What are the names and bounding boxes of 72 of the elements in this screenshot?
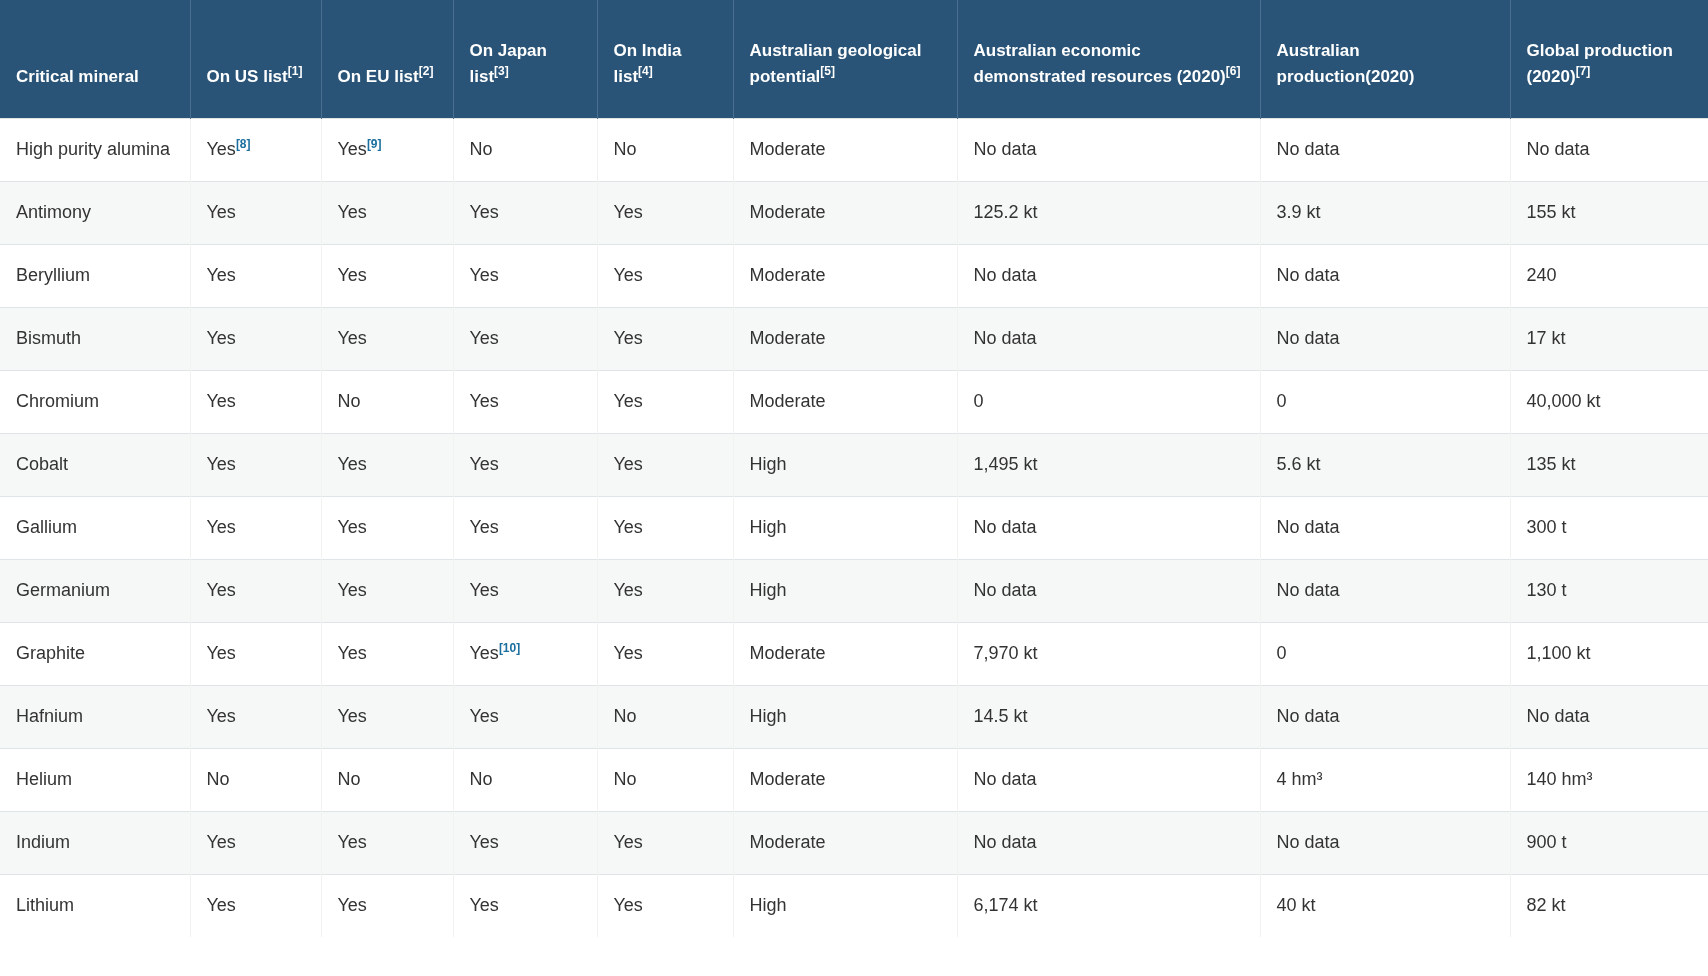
column-header[interactable]: Critical mineral [0,0,190,119]
column-header[interactable]: On India list$^{[4]}$ [597,0,733,119]
table-cell: No data [957,307,1260,371]
table-cell: No data [1260,811,1510,875]
table-cell: Yes [321,307,453,371]
table-cell: Lithium [0,874,190,937]
table-cell: Yes [597,811,733,875]
table-cell: No [597,685,733,749]
column-header[interactable]: On US list$^{[1]}$ [190,0,321,119]
table-cell: Yes [190,433,321,497]
table-cell: Yes [597,559,733,623]
table-cell: Yes [321,559,453,623]
table-cell: 900 t [1510,811,1708,875]
table-cell: Yes [321,874,453,937]
table-cell: Hafnium [0,685,190,749]
table-cell: Moderate [733,181,957,245]
table-cell: 14.5 kt [957,685,1260,749]
table-cell: Yes [453,307,597,371]
table-cell: Yes [453,874,597,937]
table-cell: Yes [190,559,321,623]
table-cell: Yes [597,307,733,371]
table-cell: Yes [597,874,733,937]
column-header[interactable]: Australian geological potential$^{[5]}$ [733,0,957,119]
table-cell: Antimony [0,181,190,245]
table-cell: No data [957,559,1260,623]
table-cell: Moderate [733,307,957,371]
table-cell: Yes [453,433,597,497]
table-cell: Yes [453,685,597,749]
table-cell: 6,174 kt [957,874,1260,937]
table-cell: 40 kt [1260,874,1510,937]
table-cell: Yes [321,433,453,497]
table-cell: 3.9 kt [1260,181,1510,245]
table-cell: 17 kt [1510,307,1708,371]
table-cell: Yes [190,307,321,371]
table-cell: Bismuth [0,307,190,371]
table-cell: 5.6 kt [1260,433,1510,497]
table-cell: Yes [597,433,733,497]
column-header[interactable]: Global production (2020)$^{[7]}$ [1510,0,1708,119]
table-cell: 82 kt [1510,874,1708,937]
table-cell: Yes [321,811,453,875]
column-header[interactable]: On EU list$^{[2]}$ [321,0,453,119]
table-cell: Yes [453,559,597,623]
table-cell: No data [1260,307,1510,371]
table-cell: Yes [190,685,321,749]
table-cell: No data [1260,685,1510,749]
table-cell: No data [1510,685,1708,749]
column-header[interactable]: On Japan list$^{[3]}$ [453,0,597,119]
table-cell: High [733,559,957,623]
column-header[interactable]: Australian production(2020) [1260,0,1510,119]
table-cell: High [733,874,957,937]
table-cell: Yes [597,181,733,245]
table-cell: 135 kt [1510,433,1708,497]
table-cell: Yes [453,181,597,245]
table-cell: Germanium [0,559,190,623]
table-cell: No data [957,811,1260,875]
column-header[interactable]: Australian economic demonstrated resources (2020)$^{[6]}$ [957,0,1260,119]
table-cell: 1,495 kt [957,433,1260,497]
table-cell: High [733,433,957,497]
table-cell: 155 kt [1510,181,1708,245]
table-cell: Yes [190,811,321,875]
table-cell: Yes [190,874,321,937]
table-cell: 125.2 kt [957,181,1260,245]
table-cell: No data [1260,559,1510,623]
table-cell: Yes [321,685,453,749]
table-cell: Cobalt [0,433,190,497]
table-cell: 130 t [1510,559,1708,623]
table-cell: Indium [0,811,190,875]
table-cell: Yes [190,181,321,245]
table-cell: Yes [321,181,453,245]
table-cell: Yes [453,811,597,875]
table-cell: High [733,685,957,749]
table-cell: Moderate [733,811,957,875]
